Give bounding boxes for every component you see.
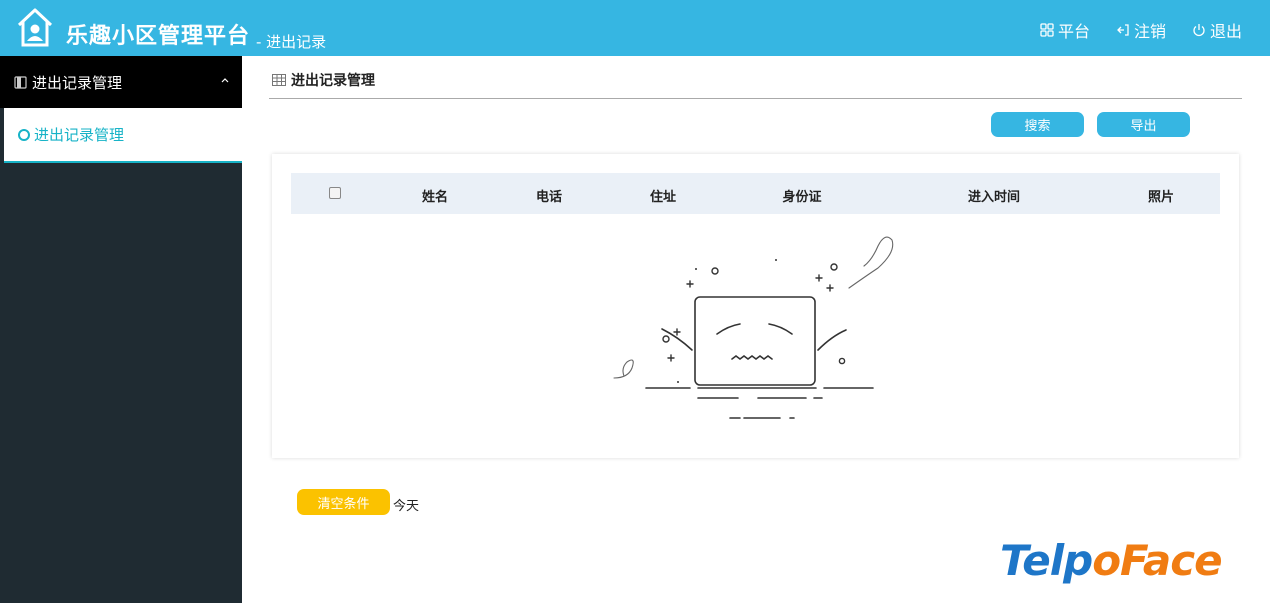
header-links: 平台 注销 退出 [1040, 18, 1242, 42]
date-filter-today[interactable]: 今天 [393, 495, 419, 514]
circle-icon [18, 128, 30, 141]
column-header-id-card[interactable]: 身份证 [782, 186, 821, 205]
search-button[interactable]: 搜索 [991, 112, 1084, 137]
page-title-text: 进出记录管理 [291, 73, 375, 89]
top-header: 乐趣小区管理平台 - 进出记录 平台 注销 退出 [0, 0, 1270, 56]
brand-text-o: o [1092, 536, 1121, 585]
export-button[interactable]: 导出 [1097, 112, 1190, 137]
records-table-panel: 姓名 电话 住址 身份证 进入时间 照片 [272, 154, 1239, 458]
exit-link-label: 退出 [1209, 22, 1242, 41]
empty-state-illustration [613, 236, 894, 419]
app-title: 乐趣小区管理平台 [66, 24, 251, 49]
page-title: 进出记录管理 [272, 70, 375, 90]
chevron-up-icon [221, 78, 229, 83]
telpoface-logo: TelpoFace [1000, 536, 1223, 585]
platform-link-label: 平台 [1057, 22, 1090, 41]
book-icon [14, 75, 27, 89]
sidebar: 进出记录管理 进出记录管理 [0, 56, 242, 603]
logout-link[interactable]: 注销 [1116, 18, 1166, 42]
power-icon [1193, 24, 1205, 37]
column-header-phone[interactable]: 电话 [536, 186, 562, 205]
clear-conditions-button[interactable]: 清空条件 [297, 489, 390, 515]
column-header-photo[interactable]: 照片 [1148, 186, 1174, 205]
home-user-icon [17, 8, 53, 47]
select-all-checkbox[interactable] [329, 187, 341, 199]
platform-link[interactable]: 平台 [1040, 18, 1090, 42]
brand-text-telp: Telp [1000, 536, 1093, 585]
sidebar-section-header[interactable]: 进出记录管理 [0, 56, 242, 108]
table-icon [272, 74, 286, 86]
sidebar-item-access-records[interactable]: 进出记录管理 [4, 108, 242, 163]
exit-link[interactable]: 退出 [1192, 18, 1242, 42]
sidebar-item-label: 进出记录管理 [34, 126, 125, 144]
page-subtitle: - 进出记录 [256, 33, 327, 51]
brand-text-face: Face [1120, 536, 1223, 585]
title-divider [269, 98, 1242, 99]
column-header-address[interactable]: 住址 [650, 186, 676, 205]
table-header: 姓名 电话 住址 身份证 进入时间 照片 [291, 173, 1220, 214]
grid-icon [1040, 23, 1054, 37]
sidebar-section-title: 进出记录管理 [32, 73, 123, 92]
logout-link-label: 注销 [1133, 22, 1166, 41]
column-header-entry-time[interactable]: 进入时间 [968, 186, 1020, 205]
logout-icon [1117, 24, 1129, 36]
column-header-name[interactable]: 姓名 [422, 186, 448, 205]
